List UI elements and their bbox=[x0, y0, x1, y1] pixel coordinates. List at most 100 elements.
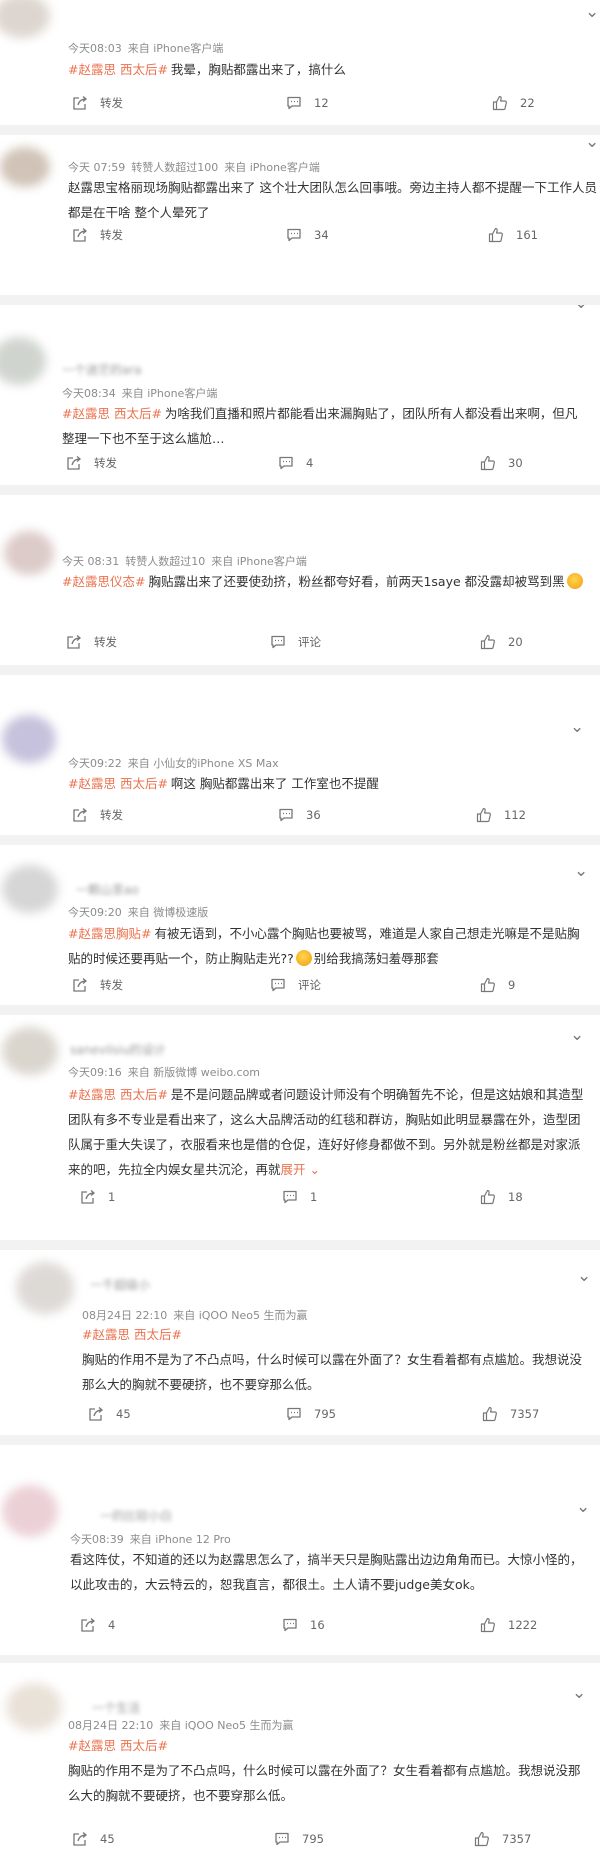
weibo-post: sanevilsiu的设计 ⌄ 今天09:16 来自 新版微博 weibo.com… bbox=[0, 1015, 600, 1240]
share-arrow-box-icon bbox=[67, 456, 82, 470]
avatar[interactable] bbox=[4, 531, 54, 575]
chevron-down-icon[interactable]: ⌄ bbox=[585, 135, 599, 151]
repost-button[interactable]: 转发 bbox=[72, 95, 123, 111]
separator bbox=[0, 1655, 600, 1663]
comment-button[interactable]: 34 bbox=[286, 227, 329, 243]
avatar[interactable] bbox=[2, 715, 56, 763]
repost-button[interactable]: 1 bbox=[80, 1189, 115, 1205]
post-body: 我晕，胸贴都露出来了，搞什么 bbox=[170, 62, 346, 77]
action-bar: 转发 4 30 bbox=[0, 455, 600, 477]
user-name[interactable]: 一个生活 bbox=[92, 1699, 140, 1716]
share-arrow-box-icon bbox=[81, 1190, 96, 1204]
repost-label: 转发 bbox=[100, 96, 123, 110]
share-arrow-box-icon bbox=[67, 635, 82, 649]
topic-tag[interactable]: #赵露思 西太后# bbox=[68, 776, 168, 791]
like-button[interactable]: 7357 bbox=[474, 1831, 531, 1847]
like-count: 7357 bbox=[502, 1832, 532, 1846]
comment-button[interactable]: 12 bbox=[286, 95, 329, 111]
post-stat: 转赞人数超过10 bbox=[125, 555, 206, 568]
user-name[interactable]: sanevilsiu的设计 bbox=[70, 1041, 166, 1058]
post-meta: 今天08:34 来自 iPhone客户端 bbox=[62, 385, 223, 401]
avatar[interactable] bbox=[16, 1262, 74, 1314]
comment-button[interactable]: 1 bbox=[282, 1189, 317, 1205]
post-source: 来自 新版微博 weibo.com bbox=[127, 1066, 261, 1079]
comment-button[interactable]: 评论 bbox=[270, 634, 321, 650]
avatar[interactable] bbox=[2, 865, 58, 913]
like-button[interactable]: 161 bbox=[488, 227, 538, 243]
share-arrow-box-icon bbox=[81, 1618, 96, 1632]
like-button[interactable]: 22 bbox=[492, 95, 535, 111]
chevron-down-icon[interactable]: ⌄ bbox=[574, 863, 588, 880]
avatar[interactable] bbox=[0, 147, 50, 187]
avatar[interactable] bbox=[0, 337, 46, 385]
chevron-down-icon[interactable]: ⌄ bbox=[577, 1268, 591, 1285]
post-text: #赵露思 西太后# 啊这 胸贴都露出来了 工作室也不提醒 bbox=[68, 771, 588, 796]
like-button[interactable]: 18 bbox=[480, 1189, 523, 1205]
repost-button[interactable]: 转发 bbox=[66, 455, 117, 471]
post-body: 胸贴露出来了还要使劲挤，粉丝都夸好看，前两天1saye 都没露却被骂到黑 bbox=[148, 574, 565, 589]
user-name[interactable]: 一千超级小 bbox=[90, 1276, 150, 1293]
topic-tag[interactable]: #赵露思胸贴# bbox=[68, 926, 151, 941]
chevron-down-icon[interactable]: ⌄ bbox=[585, 4, 599, 21]
weibo-post: ⌄ 今天08:03 来自 iPhone客户端 #赵露思 西太后# 我晕，胸贴都露出来… bbox=[0, 0, 600, 125]
comment-count: 795 bbox=[302, 1832, 324, 1846]
repost-button[interactable]: 45 bbox=[88, 1406, 131, 1422]
like-button[interactable]: 7357 bbox=[482, 1406, 539, 1422]
like-button[interactable]: 112 bbox=[476, 807, 526, 823]
chevron-down-icon[interactable]: ⌄ bbox=[572, 1685, 586, 1702]
like-button[interactable]: 1222 bbox=[480, 1617, 537, 1633]
repost-button[interactable]: 转发 bbox=[66, 634, 117, 650]
like-button[interactable]: 20 bbox=[480, 634, 523, 650]
user-name[interactable]: 一颗山茶ao bbox=[76, 881, 139, 898]
thumbs-up-icon bbox=[480, 634, 495, 650]
repost-label: 转发 bbox=[94, 456, 117, 470]
share-arrow-box-icon bbox=[73, 96, 88, 110]
repost-button[interactable]: 4 bbox=[80, 1617, 115, 1633]
topic-tag[interactable]: #赵露思 西太后# bbox=[68, 1087, 168, 1102]
chevron-down-icon[interactable]: ⌄ bbox=[570, 1027, 584, 1044]
post-time: 今天08:39 bbox=[70, 1533, 124, 1546]
post-text: #赵露思 西太后# 胸贴的作用不是为了不凸点吗，什么时候可以露在外面了？女生看着都… bbox=[82, 1322, 590, 1397]
expand-link[interactable]: 展开 ⌄ bbox=[281, 1162, 320, 1177]
avatar[interactable] bbox=[2, 1027, 58, 1075]
comment-button[interactable]: 16 bbox=[282, 1617, 325, 1633]
chevron-down-icon[interactable]: ⌄ bbox=[574, 305, 588, 312]
comment-button[interactable]: 795 bbox=[286, 1406, 336, 1422]
avatar[interactable] bbox=[2, 1485, 58, 1537]
comment-button[interactable]: 评论 bbox=[270, 977, 321, 993]
post-text: #赵露思仪态# 胸贴露出来了还要使劲挤，粉丝都夸好看，前两天1saye 都没露却被… bbox=[62, 569, 590, 594]
user-name[interactable]: 一的比较小白 bbox=[100, 1507, 172, 1524]
repost-button[interactable]: 转发 bbox=[72, 977, 123, 993]
avatar[interactable] bbox=[6, 1683, 62, 1731]
repost-button[interactable]: 转发 bbox=[72, 807, 123, 823]
repost-button[interactable]: 45 bbox=[72, 1831, 115, 1847]
post-stat: 转赞人数超过100 bbox=[131, 161, 219, 174]
share-arrow-box-icon bbox=[73, 1832, 88, 1846]
repost-button[interactable]: 转发 bbox=[72, 227, 123, 243]
post-meta: 今天 07:59 转赞人数超过100 来自 iPhone客户端 bbox=[68, 159, 326, 175]
separator bbox=[0, 1240, 600, 1250]
like-count: 9 bbox=[508, 978, 516, 992]
comment-button[interactable]: 36 bbox=[278, 807, 321, 823]
action-bar: 转发 12 22 bbox=[0, 95, 600, 117]
share-arrow-box-icon bbox=[73, 808, 88, 822]
comment-button[interactable]: 4 bbox=[278, 455, 313, 471]
action-bar: 4 16 1222 bbox=[0, 1617, 600, 1639]
topic-tag[interactable]: #赵露思仪态# bbox=[62, 574, 145, 589]
topic-tag[interactable]: #赵露思 西太后# bbox=[62, 406, 162, 421]
topic-tag[interactable]: #赵露思 西太后# bbox=[68, 1733, 583, 1758]
like-button[interactable]: 30 bbox=[480, 455, 523, 471]
post-text: #赵露思胸贴# 有被无语到，不小心露个胸贴也要被骂，难道是人家自己想走光嘛是不是贴… bbox=[68, 921, 590, 971]
topic-tag[interactable]: #赵露思 西太后# bbox=[68, 62, 168, 77]
user-name[interactable]: 一个迷茫的ara bbox=[62, 361, 142, 378]
speech-bubble-icon bbox=[271, 635, 285, 649]
post-time: 今天09:22 bbox=[68, 757, 122, 770]
comment-button[interactable]: 795 bbox=[274, 1831, 324, 1847]
like-button[interactable]: 9 bbox=[480, 977, 515, 993]
chevron-down-icon[interactable]: ⌄ bbox=[570, 719, 584, 736]
chevron-down-icon[interactable]: ⌄ bbox=[576, 1499, 590, 1516]
topic-tag[interactable]: #赵露思 西太后# bbox=[82, 1322, 587, 1347]
avatar[interactable] bbox=[0, 0, 50, 38]
post-time: 08月24日 22:10 bbox=[82, 1309, 168, 1322]
share-arrow-box-icon bbox=[73, 228, 88, 242]
